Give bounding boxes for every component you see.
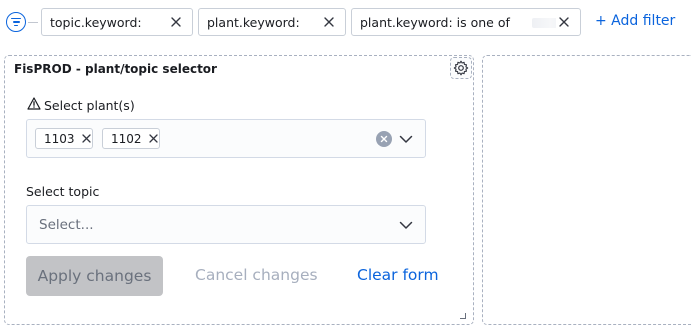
plant-chip-label: 1103 (44, 131, 75, 146)
cancel-changes-button[interactable]: Cancel changes (195, 266, 318, 284)
add-filter-button[interactable]: + Add filter (595, 13, 675, 29)
apply-changes-button[interactable]: Apply changes (26, 256, 163, 296)
close-icon[interactable] (148, 134, 158, 144)
close-icon[interactable] (321, 14, 337, 30)
clear-selection-icon[interactable] (376, 131, 392, 147)
resize-handle[interactable] (460, 313, 466, 319)
filter-bar: topic.keyword: plant.keyword: plant.keyw… (0, 0, 691, 46)
plants-field-label: Select plant(s) (27, 97, 135, 113)
close-icon[interactable] (81, 134, 91, 144)
gear-icon[interactable] (450, 57, 472, 79)
plant-chip-label: 1102 (111, 131, 142, 146)
clear-form-button[interactable]: Clear form (357, 266, 439, 284)
redacted-value (531, 18, 556, 28)
close-icon[interactable] (556, 14, 572, 30)
plants-combobox[interactable]: 1103 1102 (26, 119, 426, 158)
filter-menu-icon[interactable] (6, 12, 26, 32)
filter-connector-divider (28, 22, 38, 23)
chevron-down-icon[interactable] (397, 217, 415, 233)
control-panel: FisPROD - plant/topic selector Select pl… (4, 55, 474, 325)
empty-panel (482, 55, 691, 325)
filter-pill-label: plant.keyword: is one of (360, 14, 510, 30)
filter-pill-label: topic.keyword: (50, 14, 142, 30)
filter-pill-plant[interactable]: plant.keyword: (198, 8, 346, 36)
topic-combobox[interactable]: Select... (26, 205, 426, 244)
plant-chip[interactable]: 1102 (102, 128, 160, 149)
filter-pill-plant-is-one-of[interactable]: plant.keyword: is one of (351, 8, 581, 36)
panel-title: FisPROD - plant/topic selector (14, 62, 217, 76)
topic-placeholder: Select... (39, 217, 94, 233)
plant-chip[interactable]: 1103 (35, 128, 93, 149)
plants-label-text: Select plant(s) (44, 97, 135, 113)
chevron-down-icon[interactable] (397, 131, 415, 147)
filter-pill-label: plant.keyword: (207, 14, 300, 30)
filter-pill-topic[interactable]: topic.keyword: (41, 8, 193, 36)
warning-triangle-icon (27, 97, 41, 113)
topic-field-label: Select topic (26, 184, 100, 199)
close-icon[interactable] (168, 14, 184, 30)
